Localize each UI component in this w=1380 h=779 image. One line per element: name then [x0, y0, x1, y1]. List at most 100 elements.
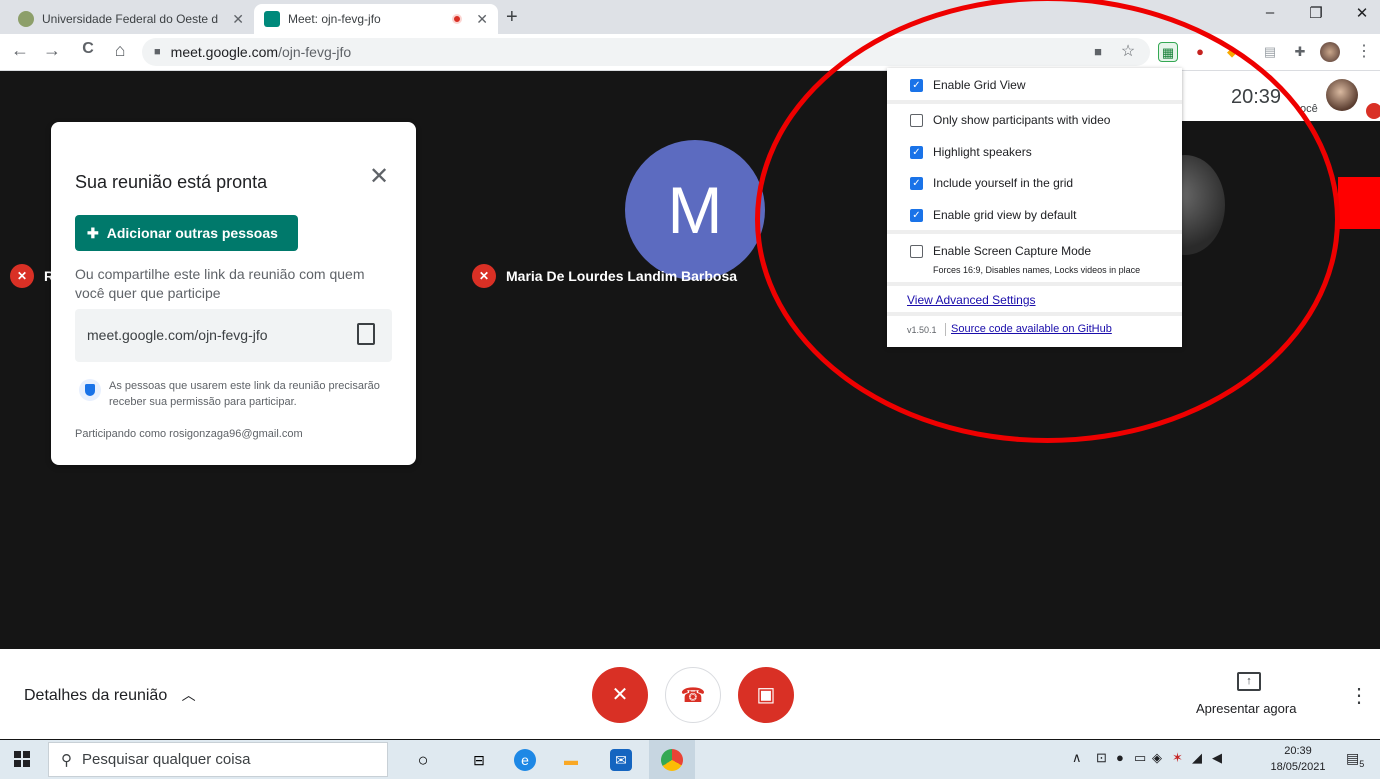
- camera-icon[interactable]: ■: [1088, 42, 1108, 62]
- option-highlight-speakers[interactable]: ✓ Highlight speakers: [910, 145, 1032, 159]
- back-button[interactable]: ←: [8, 40, 32, 61]
- meeting-link: meet.google.com/ojn-fevg-jfo: [87, 327, 268, 343]
- search-icon: ⚲: [61, 751, 72, 769]
- mic-off-button[interactable]: ✕: [592, 667, 648, 723]
- screen: Universidade Federal do Oeste d ✕ Meet: …: [0, 0, 1380, 779]
- edge-icon[interactable]: e: [514, 749, 536, 771]
- extension-icon[interactable]: ▤: [1260, 42, 1280, 62]
- forward-button[interactable]: →: [40, 40, 64, 61]
- tab-title: Meet: ojn-fevg-jfo: [288, 12, 381, 26]
- checkbox-unchecked-icon[interactable]: [910, 113, 923, 127]
- option-label: Enable Grid View: [933, 78, 1026, 92]
- chevron-up-icon[interactable]: ∧: [1072, 750, 1082, 766]
- participant-name-tag: ✕ Maria De Lourdes Landim Barbosa: [472, 264, 737, 288]
- checkbox-checked-icon[interactable]: ✓: [910, 208, 923, 222]
- taskbar-search-box[interactable]: ⚲ Pesquisar qualquer coisa: [48, 742, 388, 777]
- close-window-button[interactable]: ✕: [1340, 4, 1380, 22]
- meeting-details-button[interactable]: Detalhes da reunião ︿: [24, 685, 196, 705]
- meeting-ready-dialog: Sua reunião está pronta ✕ ✚ Adicionar ou…: [51, 122, 416, 465]
- option-label: Enable Screen Capture Mode: [933, 244, 1092, 258]
- tab-close-icon[interactable]: ✕: [232, 11, 244, 28]
- microphone-icon[interactable]: ●: [1116, 750, 1124, 765]
- self-label: ocê: [1300, 103, 1318, 115]
- divider: [887, 282, 1182, 286]
- add-people-button[interactable]: ✚ Adicionar outras pessoas: [75, 215, 298, 251]
- meet-now-icon[interactable]: ⊡: [1096, 750, 1107, 766]
- permission-note: As pessoas que usarem este link da reuni…: [109, 380, 380, 408]
- mic-off-icon: ✕: [10, 264, 34, 288]
- option-only-video[interactable]: Only show participants with video: [910, 113, 1110, 127]
- divider: [945, 323, 946, 336]
- reload-button[interactable]: C: [76, 40, 100, 58]
- minimize-button[interactable]: –: [1248, 4, 1292, 21]
- star-icon[interactable]: ☆: [1118, 42, 1138, 62]
- mail-icon[interactable]: ✉: [610, 749, 632, 771]
- meeting-clock: 20:39: [1231, 86, 1282, 108]
- option-label: Highlight speakers: [933, 145, 1032, 159]
- address-bar[interactable]: ■ meet.google.com /ojn-fevg-jfo: [142, 38, 1150, 66]
- file-explorer-icon[interactable]: ▬: [560, 749, 582, 771]
- url-host: meet.google.com: [170, 44, 279, 60]
- checkbox-checked-icon[interactable]: ✓: [910, 145, 923, 159]
- option-enable-grid-view[interactable]: ✓ Enable Grid View: [910, 78, 1026, 92]
- notification-icon[interactable]: ▤5: [1346, 750, 1364, 769]
- chrome-icon[interactable]: [661, 749, 683, 771]
- apple-extension-icon[interactable]: ●: [1190, 42, 1210, 62]
- checkbox-checked-icon[interactable]: ✓: [910, 176, 923, 190]
- taskbar-date: 18/05/2021: [1270, 761, 1326, 773]
- option-label: Only show participants with video: [933, 113, 1111, 127]
- monitor-icon[interactable]: ▭: [1134, 750, 1146, 766]
- close-icon[interactable]: ✕: [369, 162, 389, 191]
- option-include-yourself[interactable]: ✓ Include yourself in the grid: [910, 176, 1073, 190]
- camera-off-button[interactable]: ▣: [738, 667, 794, 723]
- more-options-icon[interactable]: ⋮: [1349, 683, 1369, 708]
- capture-subtext: Forces 16:9, Disables names, Locks video…: [933, 265, 1141, 275]
- meet-controls-bar: Detalhes da reunião ︿ ✕ ☎ ▣ ↑ Apresentar…: [0, 649, 1380, 739]
- wifi-icon[interactable]: ◢: [1192, 750, 1202, 766]
- puzzle-icon[interactable]: ✚: [1290, 42, 1310, 62]
- option-grid-by-default[interactable]: ✓ Enable grid view by default: [910, 208, 1076, 222]
- task-view-icon[interactable]: ⊟: [468, 749, 490, 771]
- tab-meet[interactable]: Meet: ojn-fevg-jfo ✕: [254, 4, 498, 34]
- present-screen-icon[interactable]: ↑: [1237, 672, 1261, 691]
- share-instructions: Ou compartilhe este link da reunião com …: [75, 266, 365, 301]
- tab-close-icon[interactable]: ✕: [476, 11, 488, 28]
- grid-view-popup: ✓ Enable Grid View Only show participant…: [887, 68, 1182, 347]
- taskbar-clock[interactable]: 20:39 18/05/2021: [1268, 743, 1328, 775]
- home-button[interactable]: ⌂: [108, 40, 132, 61]
- grid-view-extension-icon[interactable]: ▦: [1158, 42, 1178, 62]
- security-icon[interactable]: ◈: [1152, 750, 1162, 766]
- antivirus-icon[interactable]: ✶: [1172, 750, 1183, 766]
- checkbox-unchecked-icon[interactable]: [910, 244, 923, 258]
- divider: [887, 312, 1182, 316]
- copy-icon[interactable]: [357, 323, 375, 345]
- restore-button[interactable]: ❐: [1294, 4, 1338, 22]
- profile-icon[interactable]: [1320, 42, 1340, 62]
- windows-start-icon[interactable]: [14, 751, 30, 767]
- self-avatar[interactable]: [1326, 79, 1358, 111]
- new-tab-button[interactable]: +: [506, 6, 518, 29]
- joined-as: Participando como rosigonzaga96@gmail.co…: [75, 428, 303, 440]
- menu-icon[interactable]: ⋮: [1354, 42, 1374, 62]
- mic-off-icon: ✕: [472, 264, 496, 288]
- source-code-link[interactable]: Source code available on GitHub: [951, 323, 1112, 335]
- tab-universidade[interactable]: Universidade Federal do Oeste d ✕: [8, 4, 254, 34]
- cortana-icon[interactable]: ○: [412, 749, 434, 771]
- taskbar-search-placeholder: Pesquisar qualquer coisa: [82, 751, 251, 768]
- browser-toolbar: ← → C ⌂ ■ meet.google.com /ojn-fevg-jfo …: [0, 34, 1380, 71]
- meet-favicon-icon: [264, 11, 280, 27]
- checkbox-checked-icon[interactable]: ✓: [910, 78, 923, 92]
- divider: [887, 230, 1182, 234]
- volume-icon[interactable]: ◀: [1212, 750, 1222, 766]
- participant-name: Maria De Lourdes Landim Barbosa: [506, 268, 738, 284]
- option-screen-capture[interactable]: Enable Screen Capture Mode: [910, 244, 1091, 258]
- divider: [887, 100, 1182, 104]
- lock-icon: ■: [154, 46, 161, 58]
- hang-up-button[interactable]: ☎: [665, 667, 721, 723]
- advanced-settings-link[interactable]: View Advanced Settings: [907, 293, 1036, 307]
- present-now-label[interactable]: Apresentar agora: [1196, 701, 1296, 716]
- participant-avatar: M: [625, 140, 765, 280]
- university-favicon-icon: [18, 11, 34, 27]
- shield-extension-icon[interactable]: ◆: [1222, 42, 1242, 62]
- self-mic-off-icon: [1366, 103, 1380, 119]
